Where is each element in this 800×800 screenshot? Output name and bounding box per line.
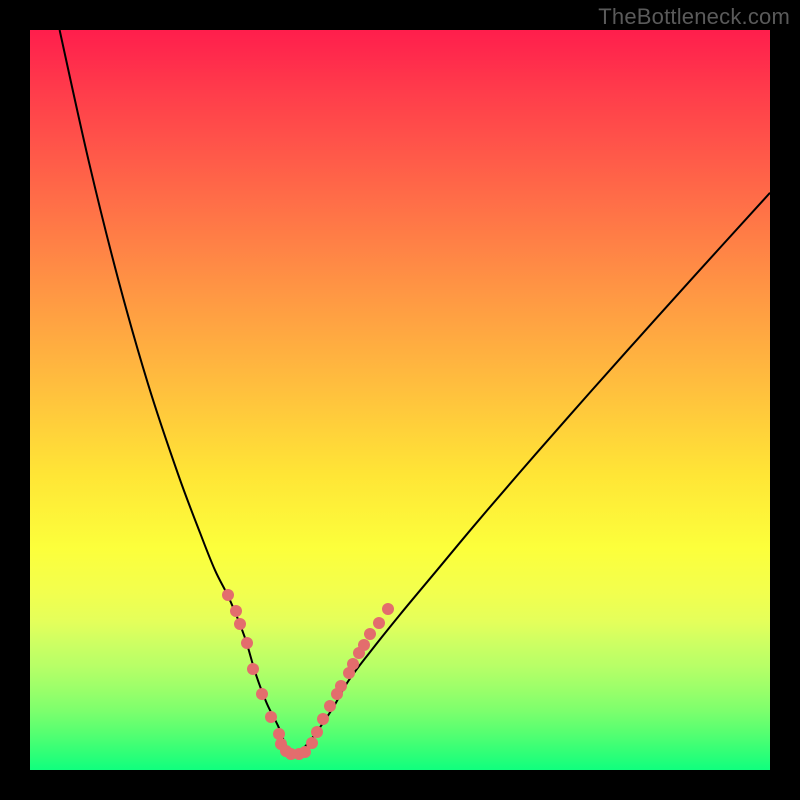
outer-frame: TheBottleneck.com (0, 0, 800, 800)
watermark-text: TheBottleneck.com (598, 4, 790, 30)
marker-dot-right (324, 700, 336, 712)
marker-dot-left (265, 711, 277, 723)
marker-dot-left (241, 637, 253, 649)
marker-dot-left (222, 589, 234, 601)
marker-dot-right (306, 737, 318, 749)
marker-dot-right (382, 603, 394, 615)
marker-dot-right (364, 628, 376, 640)
marker-dot-left (230, 605, 242, 617)
plot-area (30, 30, 770, 770)
marker-dot-right (373, 617, 385, 629)
marker-dot-right (347, 658, 359, 670)
curve-svg (30, 30, 770, 770)
marker-dot-left (234, 618, 246, 630)
curve-right-branch (292, 193, 770, 755)
marker-dot-right (317, 713, 329, 725)
marker-dot-right (335, 680, 347, 692)
marker-dot-left (256, 688, 268, 700)
curve-left-branch (60, 30, 292, 755)
marker-dot-left (247, 663, 259, 675)
marker-dot-right (311, 726, 323, 738)
marker-dot-right (358, 639, 370, 651)
